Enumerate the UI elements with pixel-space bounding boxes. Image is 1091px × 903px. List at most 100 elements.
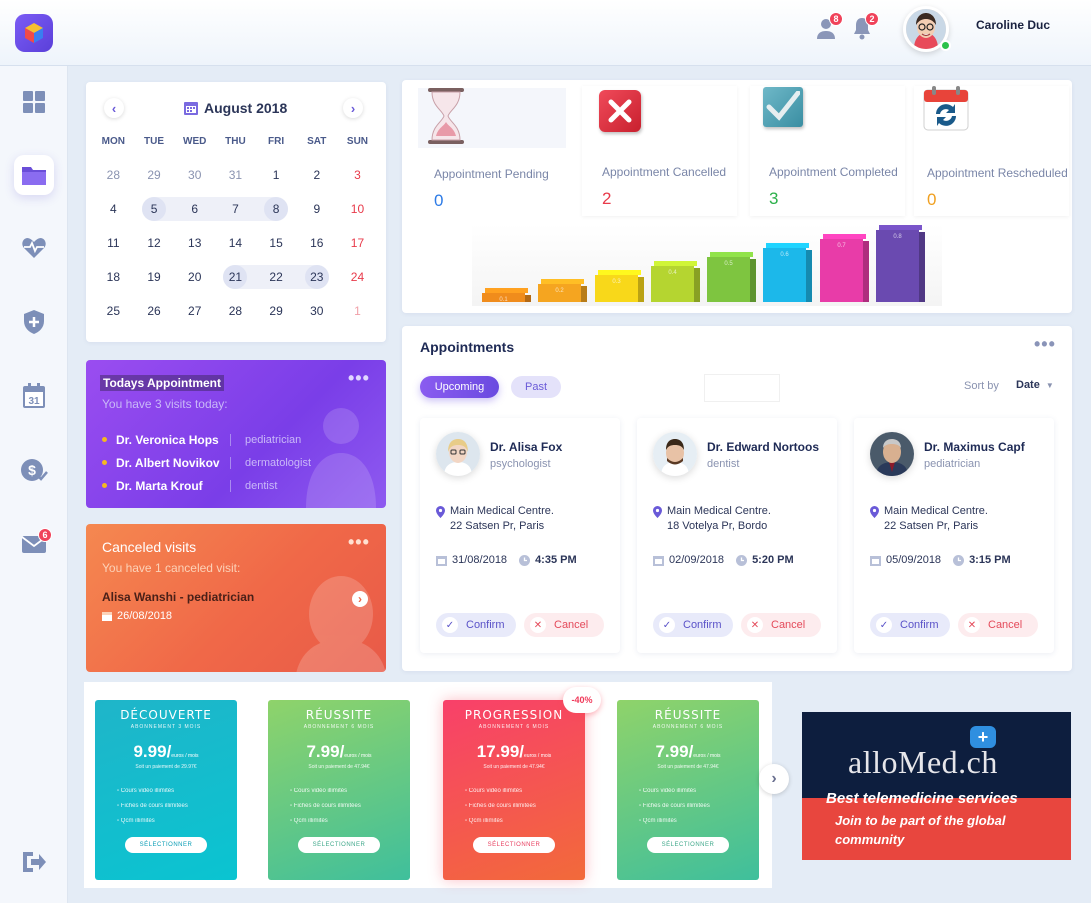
notifications-button[interactable]: 2 bbox=[851, 12, 879, 42]
calendar-day[interactable]: 30 bbox=[174, 158, 215, 192]
calendar-day[interactable]: 21 bbox=[215, 260, 256, 294]
calendar-day[interactable]: 23 bbox=[296, 260, 337, 294]
doctor-name: Dr. Marta Krouf bbox=[116, 478, 203, 493]
svg-text:31: 31 bbox=[28, 396, 40, 407]
address-line-2: 22 Satsen Pr, Paris bbox=[450, 520, 545, 532]
sidebar-item-insurance[interactable] bbox=[14, 302, 54, 342]
calendar-day[interactable]: 7 bbox=[215, 192, 256, 226]
chart-bar: 0.3 bbox=[595, 270, 644, 302]
plan-feature: ▫ Qcm illimités bbox=[639, 818, 677, 824]
calendar-day[interactable]: 19 bbox=[134, 260, 175, 294]
sidebar-item-messages[interactable]: 6 bbox=[14, 524, 54, 564]
calendar-day[interactable]: 12 bbox=[134, 226, 175, 260]
cancel-button[interactable]: ✕ Cancel bbox=[958, 613, 1038, 637]
calendar-day[interactable]: 1 bbox=[256, 158, 297, 192]
hourglass-icon bbox=[428, 88, 464, 144]
calendar-day[interactable]: 11 bbox=[93, 226, 134, 260]
more-options-icon[interactable]: ••• bbox=[348, 368, 370, 389]
calendar-day[interactable]: 20 bbox=[174, 260, 215, 294]
calendar-day[interactable]: 29 bbox=[256, 294, 297, 328]
sidebar-item-health[interactable] bbox=[14, 228, 54, 268]
close-icon: ✕ bbox=[530, 617, 546, 633]
calendar-day[interactable]: 22 bbox=[255, 260, 297, 294]
sidebar-item-logout[interactable] bbox=[14, 842, 54, 882]
calendar-day[interactable]: 25 bbox=[93, 294, 134, 328]
plans-next-button[interactable]: › bbox=[759, 764, 789, 794]
plan-card[interactable]: DÉCOUVERTE ABONNEMENT 3 MOIS 9.99/euros … bbox=[95, 700, 237, 880]
contacts-button[interactable]: 8 bbox=[815, 12, 843, 42]
sidebar-item-payments[interactable]: $ bbox=[14, 450, 54, 490]
calendar-day[interactable]: 2 bbox=[296, 158, 337, 192]
calendar-day[interactable]: 15 bbox=[256, 226, 297, 260]
plan-card[interactable]: RÉUSSITE ABONNEMENT 6 MOIS 7.99/euros / … bbox=[617, 700, 759, 880]
discount-badge: -40% bbox=[563, 687, 601, 713]
cancel-button[interactable]: ✕ Cancel bbox=[741, 613, 821, 637]
plan-card[interactable]: RÉUSSITE ABONNEMENT 6 MOIS 7.99/euros / … bbox=[268, 700, 410, 880]
appointment-time: 5:20 PM bbox=[752, 554, 794, 566]
tab-upcoming[interactable]: Upcoming bbox=[420, 376, 499, 398]
calendar-day[interactable]: 31 bbox=[215, 158, 256, 192]
plan-card[interactable]: PROGRESSION ABONNEMENT 6 MOIS 17.99/euro… bbox=[443, 700, 585, 880]
list-item[interactable]: Dr. Albert Novikov dermatologist bbox=[102, 451, 372, 474]
sort-dropdown[interactable]: Date ▼ bbox=[1016, 379, 1054, 391]
tab-past[interactable]: Past bbox=[511, 376, 561, 398]
calendar-day[interactable]: 6 bbox=[174, 192, 215, 226]
calendar-day[interactable]: 30 bbox=[296, 294, 337, 328]
doctor-spec: pediatrician bbox=[924, 458, 981, 470]
calendar-day[interactable]: 4 bbox=[93, 192, 134, 226]
sidebar-item-calendar[interactable]: 31 bbox=[14, 376, 54, 416]
confirm-button[interactable]: ✓ Confirm bbox=[653, 613, 733, 637]
address-line-1: Main Medical Centre. bbox=[450, 505, 554, 517]
confirm-button[interactable]: ✓ Confirm bbox=[870, 613, 950, 637]
appointment-card: Dr. Edward Nortoos dentist Main Medical … bbox=[637, 418, 837, 653]
prev-month-button[interactable]: ‹ bbox=[104, 98, 124, 118]
calendar-day[interactable]: 8 bbox=[255, 192, 297, 226]
allomed-ad[interactable]: + alloMed.ch Best telemedicine services … bbox=[802, 712, 1071, 860]
plan-select-button[interactable]: SÉLECTIONNER bbox=[125, 837, 207, 853]
more-options-icon[interactable]: ••• bbox=[1034, 334, 1056, 355]
list-item[interactable]: Dr. Veronica Hops pediatrician bbox=[102, 428, 372, 451]
canceled-visit-arrow-button[interactable]: › bbox=[352, 591, 368, 607]
bullet-icon bbox=[102, 483, 107, 488]
plan-select-button[interactable]: SÉLECTIONNER bbox=[298, 837, 380, 853]
list-item[interactable]: Dr. Marta Krouf dentist bbox=[102, 474, 372, 497]
plan-feature: ▫ Qcm illimités bbox=[117, 818, 155, 824]
plan-select-button[interactable]: SÉLECTIONNER bbox=[473, 837, 555, 853]
doctor-face-icon bbox=[436, 432, 480, 476]
chart-bar: 0.6 bbox=[763, 243, 812, 302]
calendar-day[interactable]: 28 bbox=[215, 294, 256, 328]
heart-pulse-icon bbox=[22, 238, 46, 258]
calendar-day[interactable]: 5 bbox=[134, 192, 175, 226]
calendar-day[interactable]: 10 bbox=[337, 192, 378, 226]
chart-bar: 0.1 bbox=[482, 288, 531, 303]
calendar-day[interactable]: 1 bbox=[337, 294, 378, 328]
calendar-day[interactable]: 29 bbox=[134, 158, 175, 192]
calendar-day[interactable]: 13 bbox=[174, 226, 215, 260]
calendar-day[interactable]: 9 bbox=[296, 192, 337, 226]
svg-text:$: $ bbox=[28, 462, 36, 478]
calendar-day[interactable]: 26 bbox=[134, 294, 175, 328]
calendar-day[interactable]: 27 bbox=[174, 294, 215, 328]
stat-value-pending: 0 bbox=[434, 191, 444, 210]
cancel-button[interactable]: ✕ Cancel bbox=[524, 613, 604, 637]
plan-feature: ▫ Fiches de cours illimitées bbox=[639, 803, 710, 809]
sidebar-item-records[interactable] bbox=[14, 155, 54, 195]
app-logo[interactable] bbox=[15, 14, 53, 52]
plan-select-button[interactable]: SÉLECTIONNER bbox=[647, 837, 729, 853]
plan-note: Soit un paiement de 29.97€ bbox=[135, 764, 197, 770]
address-line-1: Main Medical Centre. bbox=[884, 505, 988, 517]
calendar-day[interactable]: 14 bbox=[215, 226, 256, 260]
doctor-face-icon bbox=[653, 432, 697, 476]
next-month-button[interactable]: › bbox=[343, 98, 363, 118]
sidebar-item-dashboard[interactable] bbox=[14, 82, 54, 122]
doctor-name: Dr. Edward Nortoos bbox=[707, 440, 820, 454]
confirm-button[interactable]: ✓ Confirm bbox=[436, 613, 516, 637]
calendar-day[interactable]: 3 bbox=[337, 158, 378, 192]
more-options-icon[interactable]: ••• bbox=[348, 532, 370, 553]
calendar-day[interactable]: 24 bbox=[337, 260, 378, 294]
calendar-day[interactable]: 28 bbox=[93, 158, 134, 192]
dollar-check-icon: $ bbox=[21, 459, 48, 481]
calendar-day[interactable]: 16 bbox=[296, 226, 337, 260]
calendar-day[interactable]: 18 bbox=[93, 260, 134, 294]
calendar-day[interactable]: 17 bbox=[337, 226, 378, 260]
